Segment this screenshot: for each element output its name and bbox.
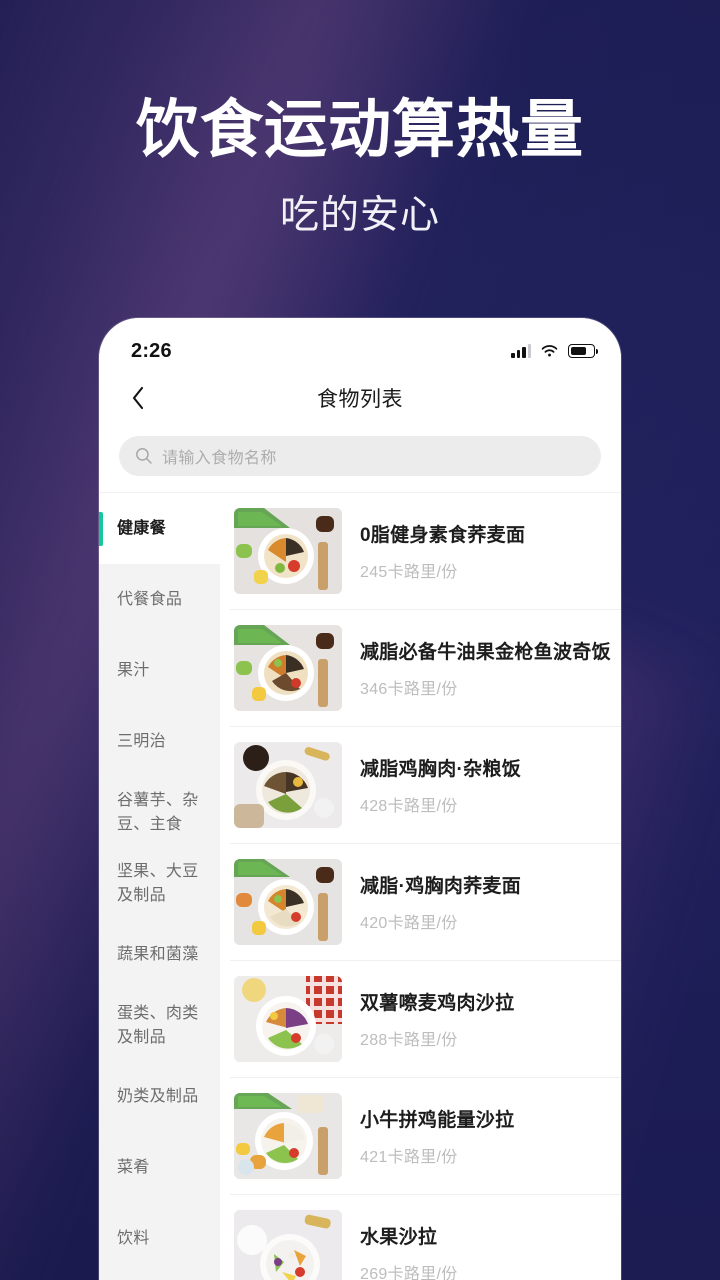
food-calories: 346卡路里/份 xyxy=(360,681,458,698)
food-calories: 288卡路里/份 xyxy=(360,1032,458,1049)
food-thumbnail xyxy=(234,1093,342,1179)
food-list[interactable]: 0脂健身素食荞麦面 245卡路里/份 减脂必备牛油果金枪鱼波奇饭 346卡路里/… xyxy=(220,493,621,1280)
food-name: 减脂鸡胸肉·杂粮饭 xyxy=(360,759,522,780)
status-bar-time: 2:26 xyxy=(131,339,172,362)
food-calories: 269卡路里/份 xyxy=(360,1266,458,1280)
sidebar-item-label: 健康餐 xyxy=(117,519,166,537)
chevron-left-icon xyxy=(132,386,144,410)
food-thumbnail xyxy=(234,1210,342,1280)
sidebar-item-label: 奶类及制品 xyxy=(117,1087,199,1105)
food-list-item[interactable]: 0脂健身素食荞麦面 245卡路里/份 xyxy=(230,493,621,610)
food-info: 小牛拼鸡能量沙拉 421卡路里/份 xyxy=(360,1105,514,1167)
food-info: 双薯嚓麦鸡肉沙拉 288卡路里/份 xyxy=(360,988,514,1050)
sidebar-item-label: 菜肴 xyxy=(117,1158,150,1176)
sidebar-item-1[interactable]: 代餐食品 xyxy=(99,564,220,635)
food-name: 小牛拼鸡能量沙拉 xyxy=(360,1110,515,1131)
food-list-item[interactable]: 减脂鸡胸肉·杂粮饭 428卡路里/份 xyxy=(230,727,621,844)
food-thumbnail xyxy=(234,625,342,711)
food-info: 减脂鸡胸肉·杂粮饭 428卡路里/份 xyxy=(360,754,521,816)
food-calories: 245卡路里/份 xyxy=(360,564,458,581)
food-name: 双薯嚓麦鸡肉沙拉 xyxy=(360,993,515,1014)
food-list-item[interactable]: 水果沙拉 269卡路里/份 xyxy=(230,1195,621,1280)
food-calories: 428卡路里/份 xyxy=(360,798,458,815)
sidebar-item-label: 果汁 xyxy=(117,661,150,679)
food-name: 减脂·鸡胸肉荞麦面 xyxy=(360,876,522,897)
sidebar-item-label: 蔬果和菌藻 xyxy=(117,945,199,963)
sidebar-item-3[interactable]: 三明治 xyxy=(99,706,220,777)
signal-bars-icon xyxy=(511,344,531,358)
sidebar-item-label: 蛋类、肉类及制品 xyxy=(117,1005,199,1046)
food-name: 水果沙拉 xyxy=(360,1227,438,1248)
food-list-item[interactable]: 双薯嚓麦鸡肉沙拉 288卡路里/份 xyxy=(230,961,621,1078)
promo-screenshot: 饮食运动算热量 吃的安心 2:26 食物列表 请输入食物名称 健康餐 代餐食品 … xyxy=(0,0,720,1280)
nav-bar: 食物列表 xyxy=(99,372,621,424)
food-info: 减脂·鸡胸肉荞麦面 420卡路里/份 xyxy=(360,871,521,933)
promo-copy: 饮食运动算热量 吃的安心 xyxy=(0,96,720,240)
back-button[interactable] xyxy=(121,381,155,415)
sidebar-item-label: 饮料 xyxy=(117,1229,150,1247)
sidebar-item-label: 谷薯芋、杂豆、主食 xyxy=(117,792,199,833)
sidebar-item-9[interactable]: 菜肴 xyxy=(99,1132,220,1203)
wifi-icon xyxy=(541,345,558,357)
food-thumbnail xyxy=(234,508,342,594)
status-bar: 2:26 xyxy=(99,318,621,372)
food-thumbnail xyxy=(234,742,342,828)
search-bar[interactable]: 请输入食物名称 xyxy=(119,436,601,476)
food-calories: 421卡路里/份 xyxy=(360,1149,458,1166)
sidebar-item-5[interactable]: 坚果、大豆及制品 xyxy=(99,848,220,919)
search-input[interactable]: 请输入食物名称 xyxy=(162,444,277,468)
sidebar-item-4[interactable]: 谷薯芋、杂豆、主食 xyxy=(99,777,220,848)
food-list-item[interactable]: 减脂必备牛油果金枪鱼波奇饭 346卡路里/份 xyxy=(230,610,621,727)
search-icon xyxy=(136,448,152,464)
promo-headline: 饮食运动算热量 xyxy=(136,95,584,165)
phone-mockup: 2:26 食物列表 请输入食物名称 健康餐 代餐食品 果汁 三明治 谷薯芋、杂豆… xyxy=(99,318,621,1280)
search-section: 请输入食物名称 xyxy=(99,424,621,492)
sidebar-item-6[interactable]: 蔬果和菌藻 xyxy=(99,919,220,990)
food-name: 0脂健身素食荞麦面 xyxy=(360,525,526,546)
food-list-item[interactable]: 减脂·鸡胸肉荞麦面 420卡路里/份 xyxy=(230,844,621,961)
food-thumbnail xyxy=(234,859,342,945)
content-area: 健康餐 代餐食品 果汁 三明治 谷薯芋、杂豆、主食 坚果、大豆及制品 蔬果和菌藻… xyxy=(99,492,621,1280)
sidebar-item-label: 坚果、大豆及制品 xyxy=(117,863,199,904)
sidebar-item-7[interactable]: 蛋类、肉类及制品 xyxy=(99,990,220,1061)
food-thumbnail xyxy=(234,976,342,1062)
food-info: 0脂健身素食荞麦面 245卡路里/份 xyxy=(360,520,525,582)
sidebar-item-label: 代餐食品 xyxy=(117,590,183,608)
sidebar-item-2[interactable]: 果汁 xyxy=(99,635,220,706)
food-name: 减脂必备牛油果金枪鱼波奇饭 xyxy=(360,642,611,663)
food-info: 水果沙拉 269卡路里/份 xyxy=(360,1222,458,1280)
sidebar-item-10[interactable]: 饮料 xyxy=(99,1203,220,1274)
category-sidebar[interactable]: 健康餐 代餐食品 果汁 三明治 谷薯芋、杂豆、主食 坚果、大豆及制品 蔬果和菌藻… xyxy=(99,493,220,1280)
sidebar-item-label: 三明治 xyxy=(117,732,166,750)
promo-subheadline: 吃的安心 xyxy=(279,194,440,238)
food-list-item[interactable]: 小牛拼鸡能量沙拉 421卡路里/份 xyxy=(230,1078,621,1195)
battery-icon xyxy=(568,344,599,358)
status-bar-icons xyxy=(511,344,599,358)
food-info: 减脂必备牛油果金枪鱼波奇饭 346卡路里/份 xyxy=(360,637,611,699)
sidebar-item-8[interactable]: 奶类及制品 xyxy=(99,1061,220,1132)
page-title: 食物列表 xyxy=(317,388,403,411)
food-calories: 420卡路里/份 xyxy=(360,915,458,932)
sidebar-item-0[interactable]: 健康餐 xyxy=(99,493,220,564)
